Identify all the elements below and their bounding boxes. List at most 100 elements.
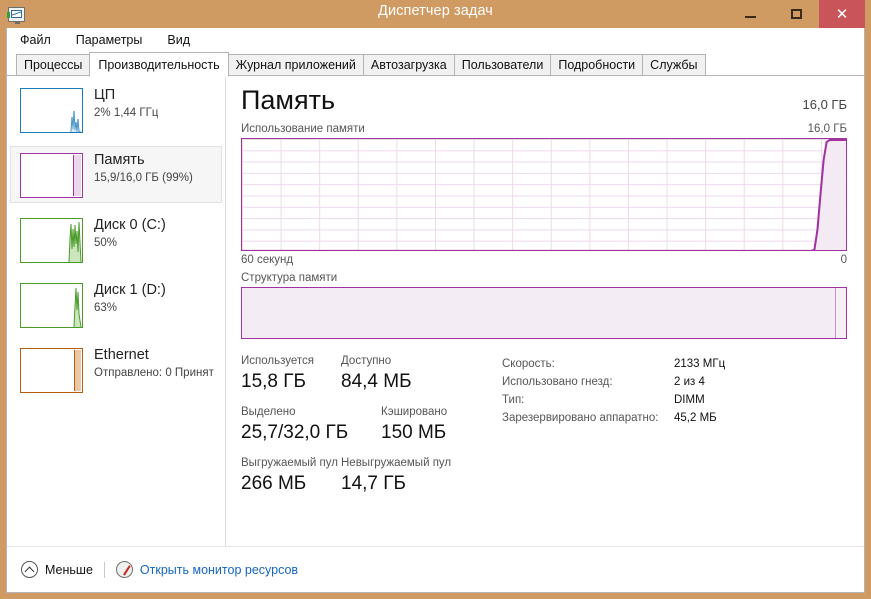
disk1-spark-icon bbox=[73, 287, 82, 328]
sidebar-item-ethernet[interactable]: Ethernet Отправлено: 0 Принят bbox=[10, 341, 222, 398]
usage-graph-max-label: 16,0 ГБ bbox=[807, 123, 847, 135]
tab-users[interactable]: Пользователи bbox=[453, 54, 552, 76]
composition-caption: Структура памяти bbox=[241, 272, 338, 284]
stat-row-2: Выделено 25,7/32,0 ГБ Кэшировано 150 МБ bbox=[241, 404, 496, 446]
memory-total-label: 16,0 ГБ bbox=[802, 97, 847, 112]
resource-sidebar: ЦП 2% 1,44 ГГц Память 15,9/16,0 ГБ (99%) bbox=[7, 77, 226, 546]
usage-graph-header: Использование памяти 16,0 ГБ bbox=[241, 123, 847, 135]
sidebar-item-disk-0-subtitle: 50% bbox=[94, 237, 118, 249]
sidebar-item-disk-0-title: Диск 0 (C:) bbox=[94, 217, 166, 233]
sidebar-item-cpu-subtitle: 2% 1,44 ГГц bbox=[94, 107, 159, 119]
memory-specs: Скорость: 2133 МГц Использовано гнезд: 2… bbox=[496, 353, 725, 506]
spec-slots-key: Использовано гнезд: bbox=[502, 376, 613, 388]
graph-axis-left: 60 секунд bbox=[241, 254, 294, 266]
ethernet-thumbnail-graph bbox=[20, 348, 83, 393]
stat-committed-caption: Выделено bbox=[241, 406, 296, 418]
tab-performance[interactable]: Производительность bbox=[89, 52, 229, 77]
disk1-thumbnail-graph bbox=[20, 283, 83, 328]
window-controls: ✕ bbox=[727, 0, 865, 28]
status-bar: Меньше Открыть монитор ресурсов bbox=[7, 546, 864, 592]
tab-app-history[interactable]: Журнал приложений bbox=[227, 54, 364, 76]
spec-hardware-reserved-value: 45,2 МБ bbox=[674, 412, 717, 424]
stat-cached-caption: Кэшировано bbox=[381, 406, 448, 418]
spec-form-factor-key: Тип: bbox=[502, 394, 525, 406]
stat-in-use-value: 15,8 ГБ bbox=[241, 371, 307, 392]
tab-details[interactable]: Подробности bbox=[550, 54, 644, 76]
memory-composition-bar[interactable] bbox=[241, 287, 847, 339]
stat-nonpaged-pool-caption: Невыгружаемый пул bbox=[341, 457, 452, 469]
stat-committed-value: 25,7/32,0 ГБ bbox=[241, 422, 349, 443]
spec-form-factor-value: DIMM bbox=[674, 394, 705, 406]
sidebar-item-disk-1[interactable]: Диск 1 (D:) 63% bbox=[10, 276, 222, 333]
composition-divider bbox=[835, 288, 837, 338]
title-bar: Диспетчер задач ✕ bbox=[6, 0, 865, 28]
memory-stats-left: Используется 15,8 ГБ Доступно 84,4 МБ Вы… bbox=[241, 353, 496, 506]
memory-thumbnail-graph bbox=[20, 153, 83, 198]
page-title: Память bbox=[241, 85, 336, 115]
sidebar-item-disk-0[interactable]: Диск 0 (C:) 50% bbox=[10, 211, 222, 268]
memory-header: Память 16,0 ГБ bbox=[241, 83, 847, 117]
stat-cached-value: 150 МБ bbox=[381, 422, 447, 443]
open-resource-monitor-label: Открыть монитор ресурсов bbox=[139, 562, 299, 577]
stat-paged-pool: Выгружаемый пул 266 МБ bbox=[241, 455, 341, 497]
chevron-up-circle-icon bbox=[21, 561, 38, 578]
stat-row-1: Используется 15,8 ГБ Доступно 84,4 МБ bbox=[241, 353, 496, 395]
menu-item-options[interactable]: Параметры bbox=[74, 32, 145, 48]
sidebar-item-ethernet-labels: Ethernet Отправлено: 0 Принят bbox=[94, 346, 214, 381]
cpu-spark-icon bbox=[70, 110, 81, 133]
close-button[interactable]: ✕ bbox=[819, 0, 865, 28]
tab-startup[interactable]: Автозагрузка bbox=[362, 54, 455, 76]
sidebar-item-memory-title: Память bbox=[94, 152, 145, 168]
fewer-details-label: Меньше bbox=[45, 562, 93, 577]
footer-divider bbox=[103, 561, 105, 578]
sidebar-item-memory-labels: Память 15,9/16,0 ГБ (99%) bbox=[94, 151, 193, 186]
close-icon: ✕ bbox=[835, 4, 849, 23]
memory-stats: Используется 15,8 ГБ Доступно 84,4 МБ Вы… bbox=[241, 353, 847, 506]
memory-usage-graph[interactable] bbox=[241, 138, 847, 251]
stat-nonpaged-pool: Невыгружаемый пул 14,7 ГБ bbox=[341, 455, 451, 497]
stat-available-value: 84,4 МБ bbox=[341, 371, 412, 392]
sidebar-item-ethernet-title: Ethernet bbox=[94, 347, 149, 363]
spec-slots: Использовано гнезд: 2 из 4 bbox=[502, 373, 725, 391]
composition-inuse-segment bbox=[242, 288, 836, 338]
spec-form-factor: Тип: DIMM bbox=[502, 391, 725, 409]
stat-available: Доступно 84,4 МБ bbox=[341, 353, 412, 395]
stat-row-3: Выгружаемый пул 266 МБ Невыгружаемый пул… bbox=[241, 455, 496, 497]
ethernet-thumb-fill bbox=[74, 350, 81, 391]
disk0-thumbnail-graph bbox=[20, 218, 83, 263]
menu-item-file[interactable]: Файл bbox=[18, 32, 53, 48]
usage-graph-caption: Использование памяти bbox=[241, 123, 365, 135]
memory-thumb-fill bbox=[73, 155, 81, 196]
spec-speed-value: 2133 МГц bbox=[674, 358, 726, 370]
stat-paged-pool-caption: Выгружаемый пул bbox=[241, 457, 338, 469]
fewer-details-button[interactable]: Меньше bbox=[21, 561, 93, 578]
stat-in-use: Используется 15,8 ГБ bbox=[241, 353, 341, 395]
tab-processes[interactable]: Процессы bbox=[16, 54, 91, 76]
menu-bar: Файл Параметры Вид bbox=[7, 28, 864, 52]
sidebar-item-memory[interactable]: Память 15,9/16,0 ГБ (99%) bbox=[10, 146, 222, 203]
spec-slots-value: 2 из 4 bbox=[674, 376, 705, 388]
tab-services[interactable]: Службы bbox=[642, 54, 706, 76]
tab-strip: Процессы Производительность Журнал прило… bbox=[7, 52, 864, 77]
spec-hardware-reserved-key: Зарезервировано аппаратно: bbox=[502, 412, 659, 424]
resource-monitor-icon bbox=[115, 561, 133, 578]
sidebar-item-cpu-title: ЦП bbox=[94, 87, 116, 103]
sidebar-item-ethernet-subtitle: Отправлено: 0 Принят bbox=[94, 367, 214, 379]
disk0-spark-icon bbox=[68, 221, 82, 263]
stat-paged-pool-value: 266 МБ bbox=[241, 473, 307, 494]
sidebar-item-disk-1-title: Диск 1 (D:) bbox=[94, 282, 166, 298]
spec-speed-key: Скорость: bbox=[502, 358, 555, 370]
minimize-button[interactable] bbox=[727, 0, 773, 28]
maximize-button[interactable] bbox=[773, 0, 819, 28]
performance-body: ЦП 2% 1,44 ГГц Память 15,9/16,0 ГБ (99%) bbox=[7, 77, 864, 546]
sidebar-item-cpu[interactable]: ЦП 2% 1,44 ГГц bbox=[10, 81, 222, 138]
client-area: Файл Параметры Вид Процессы Производител… bbox=[6, 28, 865, 593]
menu-item-view[interactable]: Вид bbox=[165, 32, 192, 48]
sidebar-item-cpu-labels: ЦП 2% 1,44 ГГц bbox=[94, 86, 158, 121]
sidebar-item-disk-1-labels: Диск 1 (D:) 63% bbox=[94, 281, 166, 316]
stat-in-use-caption: Используется bbox=[241, 355, 314, 367]
graph-plot bbox=[242, 139, 846, 250]
open-resource-monitor-link[interactable]: Открыть монитор ресурсов bbox=[115, 561, 299, 578]
stat-available-caption: Доступно bbox=[341, 355, 392, 367]
spec-speed: Скорость: 2133 МГц bbox=[502, 355, 725, 373]
